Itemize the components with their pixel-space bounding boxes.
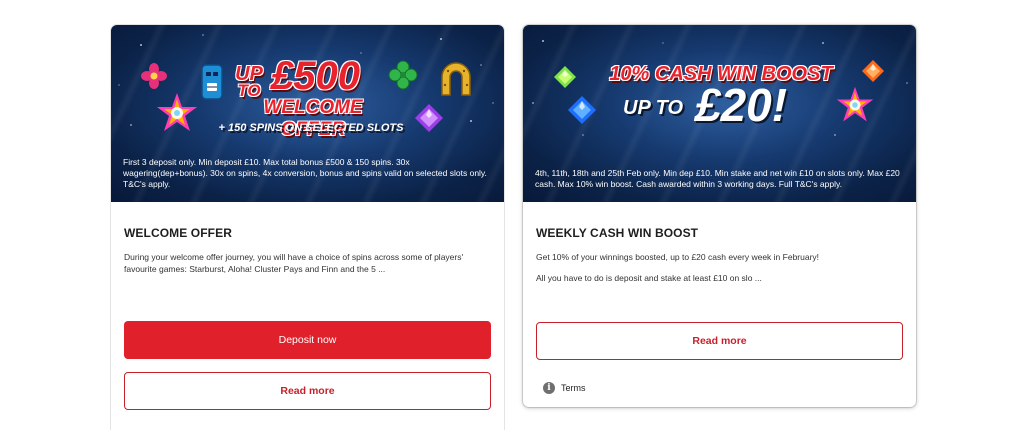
- headline-spins: + 150 SPINS ON SELECTED SLOTS: [218, 122, 404, 134]
- deposit-now-button[interactable]: Deposit now: [124, 321, 491, 359]
- green-gem-icon: [554, 66, 576, 88]
- promo-card-weekly-cash-win-boost: 10% CASH WIN BOOST UP TO £20! 4th, 11th,…: [523, 25, 916, 407]
- tiki-mask-icon: [201, 64, 223, 100]
- flower-icon: [141, 63, 167, 89]
- starburst-gem-icon: [836, 86, 874, 122]
- terms-link[interactable]: i Terms: [543, 382, 586, 394]
- horseshoe-icon: [441, 62, 471, 96]
- banner-terms-text: First 3 deposit only. Min deposit £10. M…: [123, 157, 487, 189]
- blue-gem-icon: [568, 96, 596, 124]
- card-paragraph-2: All you have to do is deposit and stake …: [536, 273, 762, 283]
- terms-label: Terms: [561, 383, 586, 393]
- banner-terms-text: 4th, 11th, 18th and 25th Feb only. Min d…: [535, 168, 900, 189]
- orange-gem-icon: [862, 60, 884, 82]
- purple-gem-icon: [415, 104, 443, 132]
- info-icon: i: [543, 382, 555, 394]
- promo-card-welcome-offer: UP TO £500 WELCOME OFFER + 150 SPINS ON …: [111, 25, 504, 430]
- read-more-button[interactable]: Read more: [124, 372, 491, 410]
- starburst-gem-icon: [157, 93, 197, 131]
- headline-up-to: UP TO: [235, 63, 263, 100]
- read-more-button[interactable]: Read more: [536, 322, 903, 360]
- promo-banner[interactable]: 10% CASH WIN BOOST UP TO £20! 4th, 11th,…: [523, 25, 916, 202]
- headline-amount: £500: [271, 54, 360, 98]
- card-title: WEEKLY CASH WIN BOOST: [536, 226, 699, 240]
- promo-banner[interactable]: UP TO £500 WELCOME OFFER + 150 SPINS ON …: [111, 25, 504, 202]
- headline-amount: £20!: [695, 79, 788, 131]
- card-title: WELCOME OFFER: [124, 226, 232, 240]
- clover-icon: [388, 60, 418, 90]
- card-paragraph-1: Get 10% of your winnings boosted, up to …: [536, 252, 820, 262]
- card-description: During your welcome offer journey, you w…: [124, 252, 464, 274]
- headline-up-to: UP TO: [623, 97, 684, 119]
